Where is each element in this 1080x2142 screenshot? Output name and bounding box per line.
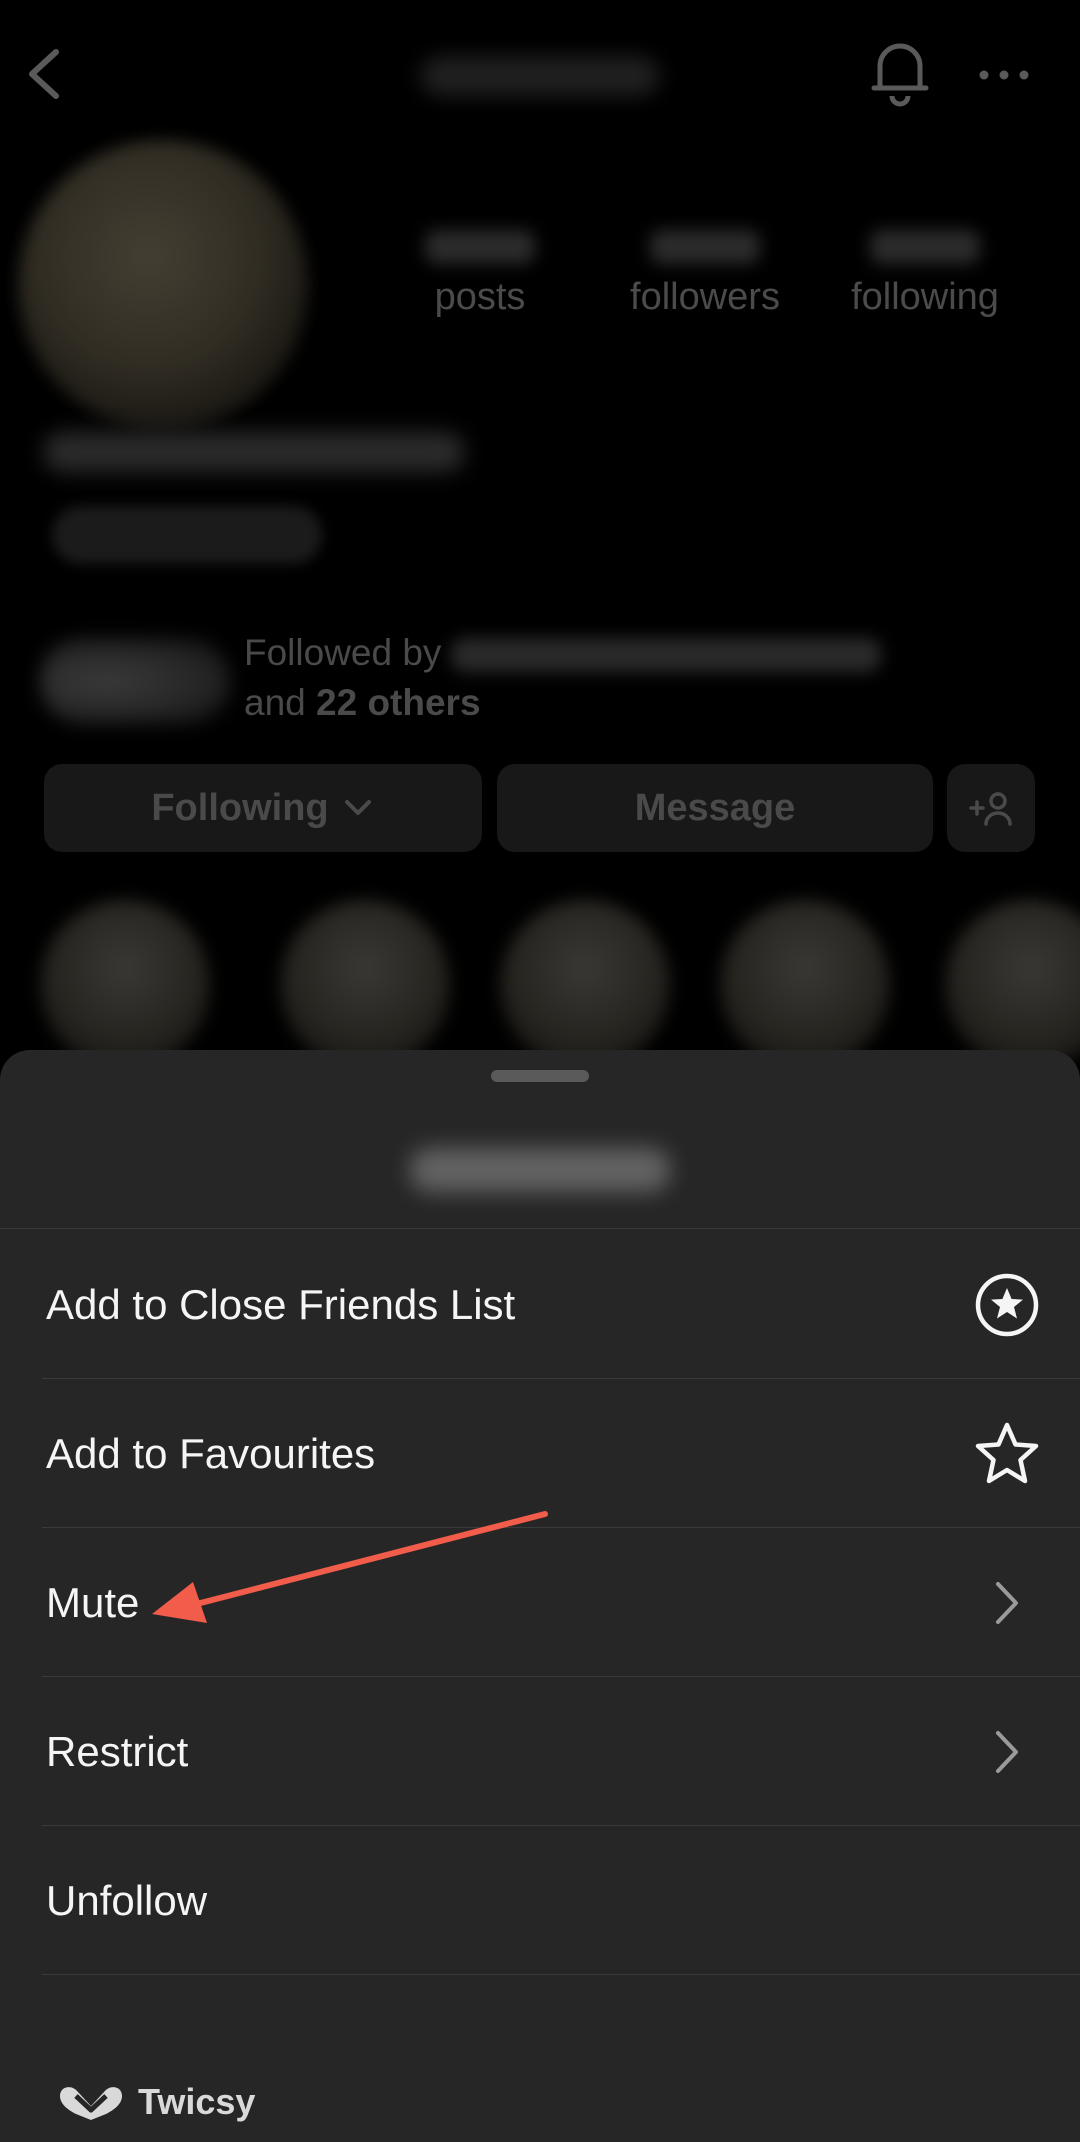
- following-count-blurred: [870, 230, 980, 264]
- followed-by-count: 22 others: [316, 682, 481, 723]
- followed-by-prefix: Followed by: [244, 632, 442, 673]
- menu-item-label: Add to Favourites: [46, 1429, 376, 1477]
- mute-item[interactable]: Mute: [0, 1528, 1080, 1677]
- story-highlight[interactable]: [945, 900, 1080, 1070]
- chevron-down-icon: [344, 800, 371, 815]
- restrict-item[interactable]: Restrict: [0, 1677, 1080, 1826]
- more-dots-icon: [979, 70, 1029, 80]
- menu-item-label: Add to Close Friends List: [46, 1280, 516, 1328]
- menu-item-label: Mute: [46, 1578, 140, 1626]
- profile-username-blurred: [420, 56, 660, 96]
- twicsy-logo-icon: [60, 2087, 122, 2120]
- following-label: following: [851, 276, 999, 318]
- chevron-right-icon: [996, 1582, 1018, 1624]
- close-friends-star-circle-icon: [975, 1273, 1039, 1337]
- following-button-label: Following: [151, 786, 329, 829]
- sheet-grabber[interactable]: [491, 1070, 589, 1082]
- add-user-icon: [969, 792, 1012, 826]
- add-to-close-friends-item[interactable]: Add to Close Friends List: [0, 1230, 1080, 1379]
- following-stat[interactable]: following: [830, 230, 1020, 319]
- followers-count-blurred: [650, 230, 760, 264]
- message-button-label: Message: [634, 786, 796, 829]
- posts-stat[interactable]: posts: [410, 230, 550, 319]
- followed-by-text[interactable]: Followed by and 22 others: [244, 628, 882, 728]
- twicsy-watermark: Twicsy: [56, 2080, 255, 2124]
- back-button[interactable]: [18, 44, 68, 104]
- story-highlight[interactable]: [720, 900, 890, 1070]
- watermark-text: Twicsy: [138, 2081, 256, 2122]
- followed-by-and: and: [244, 682, 306, 723]
- divider: [0, 1228, 1080, 1229]
- threads-chip-blurred[interactable]: [52, 506, 322, 564]
- posts-count-blurred: [425, 230, 535, 264]
- more-options-button[interactable]: [976, 60, 1032, 90]
- suggested-users-button[interactable]: [947, 764, 1035, 852]
- chevron-right-icon: [996, 1731, 1018, 1773]
- menu-item-label: Unfollow: [46, 1876, 208, 1924]
- sheet-username-blurred: [410, 1148, 670, 1192]
- story-highlight[interactable]: [280, 900, 450, 1070]
- story-highlight[interactable]: [500, 900, 670, 1070]
- story-highlight[interactable]: [40, 900, 210, 1070]
- mutual-followers-avatars: [40, 638, 230, 724]
- unfollow-item[interactable]: Unfollow: [0, 1826, 1080, 1975]
- screen: posts followers following Followed by an…: [0, 0, 1080, 2142]
- menu-item-label: Restrict: [46, 1727, 189, 1775]
- posts-label: posts: [434, 276, 526, 318]
- bell-icon: [871, 43, 929, 107]
- top-bar: [0, 0, 1080, 150]
- star-outline-icon: [975, 1422, 1039, 1484]
- divider: [42, 1974, 1080, 1975]
- message-button[interactable]: Message: [497, 764, 933, 852]
- add-to-favourites-item[interactable]: Add to Favourites: [0, 1379, 1080, 1528]
- following-button[interactable]: Following: [44, 764, 482, 852]
- followers-label: followers: [630, 276, 780, 318]
- notifications-button[interactable]: [868, 36, 932, 108]
- profile-avatar[interactable]: [18, 140, 308, 430]
- chevron-left-icon: [29, 49, 59, 99]
- followers-stat[interactable]: followers: [610, 230, 800, 319]
- bio-blurred: [44, 432, 464, 472]
- mutual-names-blurred: [451, 638, 882, 673]
